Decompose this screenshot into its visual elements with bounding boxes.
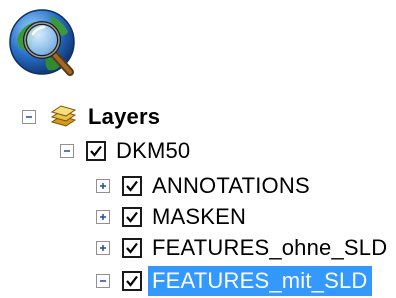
layer-row-annotations[interactable]: ANNOTATIONS (96, 170, 310, 202)
layer-row-masken[interactable]: MASKEN (96, 201, 246, 233)
layer-label: ANNOTATIONS (152, 173, 310, 198)
expand-icon[interactable] (96, 210, 110, 224)
layer-visibility-checkbox[interactable] (122, 271, 142, 291)
globe-magnifier-icon (9, 9, 75, 76)
toc-root-row[interactable]: Layers (22, 101, 160, 133)
layer-row-features-ohne-sld[interactable]: FEATURES_ohne_SLD (96, 232, 387, 264)
layer-label: FEATURES_ohne_SLD (152, 235, 388, 260)
layer-label: MASKEN (152, 204, 247, 229)
expand-icon[interactable] (96, 179, 110, 193)
toc-group-row[interactable]: DKM50 (60, 135, 190, 167)
collapse-icon[interactable] (60, 144, 74, 158)
toc-group-label: DKM50 (116, 138, 191, 163)
toc-root-label: Layers (88, 104, 161, 129)
layer-label-selected[interactable]: FEATURES_mit_SLD (148, 266, 372, 296)
collapse-icon[interactable] (22, 110, 36, 124)
layer-visibility-checkbox[interactable] (122, 176, 142, 196)
layer-visibility-checkbox[interactable] (122, 238, 142, 258)
group-visibility-checkbox[interactable] (86, 141, 106, 161)
layers-stack-icon (50, 105, 77, 127)
layer-visibility-checkbox[interactable] (122, 207, 142, 227)
expand-icon[interactable] (96, 241, 110, 255)
collapse-icon[interactable] (96, 274, 110, 288)
layer-row-features-mit-sld[interactable]: FEATURES_mit_SLD (96, 265, 372, 297)
